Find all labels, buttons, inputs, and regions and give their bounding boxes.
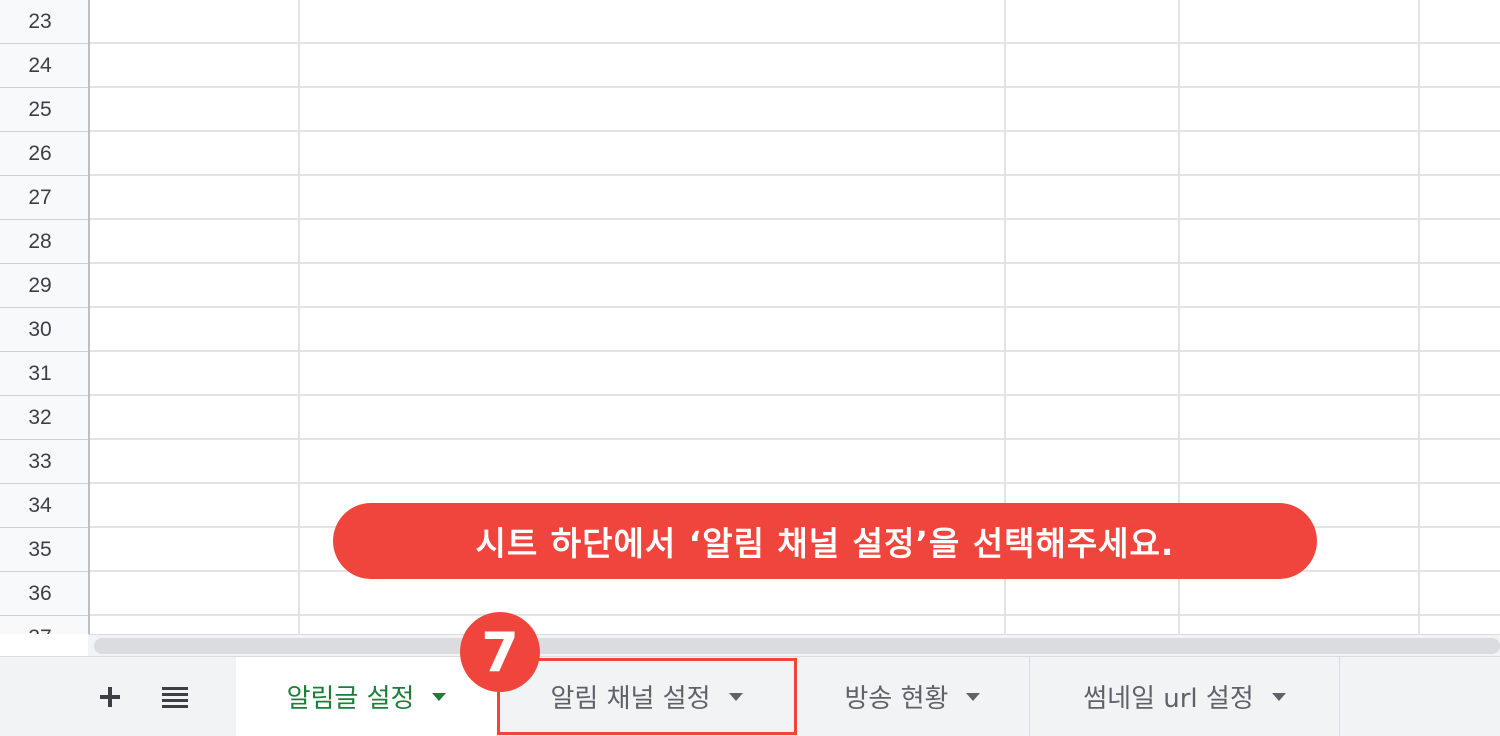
grid-line [90, 86, 1500, 88]
row-number[interactable]: 35 [0, 528, 88, 572]
row-number[interactable]: 34 [0, 484, 88, 528]
tab-label: 방송 현황 [844, 684, 949, 714]
horizontal-scrollbar[interactable] [88, 634, 1500, 657]
tab-broadcast-status[interactable]: 방송 현황 [796, 657, 1030, 736]
chevron-down-icon[interactable] [966, 692, 981, 701]
grid-line [90, 394, 1500, 396]
row-number[interactable]: 29 [0, 264, 88, 308]
row-number[interactable]: 25 [0, 88, 88, 132]
row-number[interactable]: 37 [0, 616, 88, 635]
grid-line [90, 262, 1500, 264]
chevron-down-icon[interactable] [432, 692, 447, 701]
chevron-down-icon[interactable] [1271, 692, 1286, 701]
add-sheet-button[interactable] [88, 657, 132, 736]
row-number[interactable]: 30 [0, 308, 88, 352]
grid-line [90, 438, 1500, 440]
step-number-badge: 7 [460, 612, 540, 692]
tab-label: 알림글 설정 [286, 684, 415, 714]
grid-line [90, 218, 1500, 220]
row-number[interactable]: 23 [0, 0, 88, 44]
grid-line [90, 482, 1500, 484]
tab-alert-post-settings[interactable]: 알림글 설정 [236, 657, 498, 736]
grid-line [90, 42, 1500, 44]
scrollbar-thumb[interactable] [94, 638, 1500, 654]
grid-line [1418, 0, 1420, 634]
instruction-callout: 시트 하단에서 ‘알림 채널 설정’을 선택해주세요. [333, 503, 1317, 579]
row-number[interactable]: 27 [0, 176, 88, 220]
row-number[interactable]: 36 [0, 572, 88, 616]
tab-highlight-frame [497, 658, 797, 735]
all-sheets-button[interactable] [153, 657, 197, 736]
tab-label: 썸네일 url 설정 [1083, 684, 1254, 714]
tab-thumbnail-url-settings[interactable]: 썸네일 url 설정 [1030, 657, 1340, 736]
row-number[interactable]: 26 [0, 132, 88, 176]
row-number[interactable]: 32 [0, 396, 88, 440]
row-number[interactable]: 24 [0, 44, 88, 88]
row-number[interactable]: 33 [0, 440, 88, 484]
grid-line [298, 0, 300, 634]
row-header-column: 23 24 25 26 27 28 29 30 31 32 33 34 35 3… [0, 0, 90, 634]
grid-line [90, 174, 1500, 176]
grid-line [90, 614, 1500, 616]
grid-line [90, 130, 1500, 132]
plus-icon [100, 686, 120, 707]
row-number[interactable]: 31 [0, 352, 88, 396]
grid-line [90, 306, 1500, 308]
grid-line [90, 350, 1500, 352]
menu-lines-icon [162, 686, 188, 708]
row-number[interactable]: 28 [0, 220, 88, 264]
